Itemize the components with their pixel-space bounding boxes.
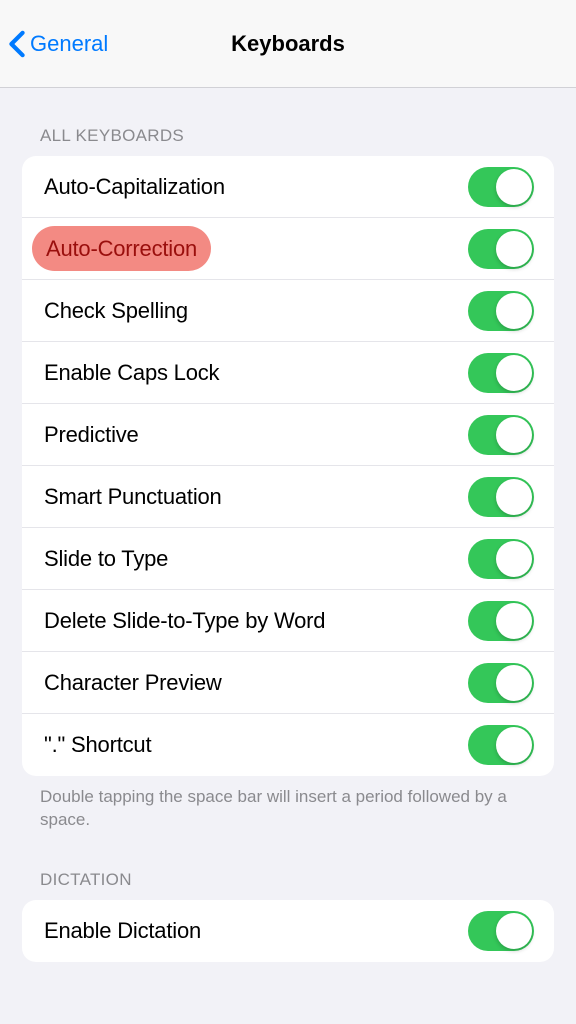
toggle-delete-slide-to-type[interactable] — [468, 601, 534, 641]
row-label: Enable Caps Lock — [44, 360, 219, 386]
row-character-preview: Character Preview — [22, 652, 554, 714]
row-label: Predictive — [44, 422, 139, 448]
toggle-knob — [496, 231, 532, 267]
toggle-knob — [496, 479, 532, 515]
row-label: Slide to Type — [44, 546, 168, 572]
row-label: Enable Dictation — [44, 918, 201, 944]
toggle-knob — [496, 541, 532, 577]
highlight-pill: Auto-Correction — [32, 226, 211, 271]
toggle-predictive[interactable] — [468, 415, 534, 455]
toggle-period-shortcut[interactable] — [468, 725, 534, 765]
toggle-knob — [496, 169, 532, 205]
row-label: Delete Slide-to-Type by Word — [44, 608, 325, 634]
toggle-knob — [496, 355, 532, 391]
section-header-all-keyboards: ALL KEYBOARDS — [0, 88, 576, 156]
toggle-knob — [496, 603, 532, 639]
toggle-knob — [496, 913, 532, 949]
row-period-shortcut: "." Shortcut — [22, 714, 554, 776]
row-label: Character Preview — [44, 670, 222, 696]
row-enable-caps-lock: Enable Caps Lock — [22, 342, 554, 404]
toggle-enable-dictation[interactable] — [468, 911, 534, 951]
toggle-knob — [496, 665, 532, 701]
toggle-knob — [496, 727, 532, 763]
row-enable-dictation: Enable Dictation — [22, 900, 554, 962]
row-predictive: Predictive — [22, 404, 554, 466]
toggle-auto-correction[interactable] — [468, 229, 534, 269]
row-slide-to-type: Slide to Type — [22, 528, 554, 590]
group-all-keyboards: Auto-Capitalization Auto-Correction Auto… — [22, 156, 554, 776]
toggle-knob — [496, 417, 532, 453]
back-label: General — [30, 31, 108, 57]
navigation-bar: General Keyboards — [0, 0, 576, 88]
toggle-smart-punctuation[interactable] — [468, 477, 534, 517]
back-button[interactable]: General — [8, 30, 108, 58]
row-label: Smart Punctuation — [44, 484, 222, 510]
section-header-dictation: DICTATION — [0, 832, 576, 900]
row-auto-correction: Auto-Correction Auto-Correction — [22, 218, 554, 280]
toggle-knob — [496, 293, 532, 329]
toggle-character-preview[interactable] — [468, 663, 534, 703]
toggle-auto-capitalization[interactable] — [468, 167, 534, 207]
row-label-highlighted: Auto-Correction — [46, 236, 197, 262]
row-smart-punctuation: Smart Punctuation — [22, 466, 554, 528]
group-dictation: Enable Dictation — [22, 900, 554, 962]
row-delete-slide-to-type: Delete Slide-to-Type by Word — [22, 590, 554, 652]
toggle-check-spelling[interactable] — [468, 291, 534, 331]
row-label: "." Shortcut — [44, 732, 151, 758]
row-check-spelling: Check Spelling — [22, 280, 554, 342]
content-area: ALL KEYBOARDS Auto-Capitalization Auto-C… — [0, 88, 576, 962]
chevron-left-icon — [8, 30, 26, 58]
toggle-enable-caps-lock[interactable] — [468, 353, 534, 393]
row-auto-capitalization: Auto-Capitalization — [22, 156, 554, 218]
row-label: Auto-Capitalization — [44, 174, 225, 200]
section-footer-all-keyboards: Double tapping the space bar will insert… — [0, 776, 576, 832]
toggle-slide-to-type[interactable] — [468, 539, 534, 579]
row-label: Check Spelling — [44, 298, 188, 324]
